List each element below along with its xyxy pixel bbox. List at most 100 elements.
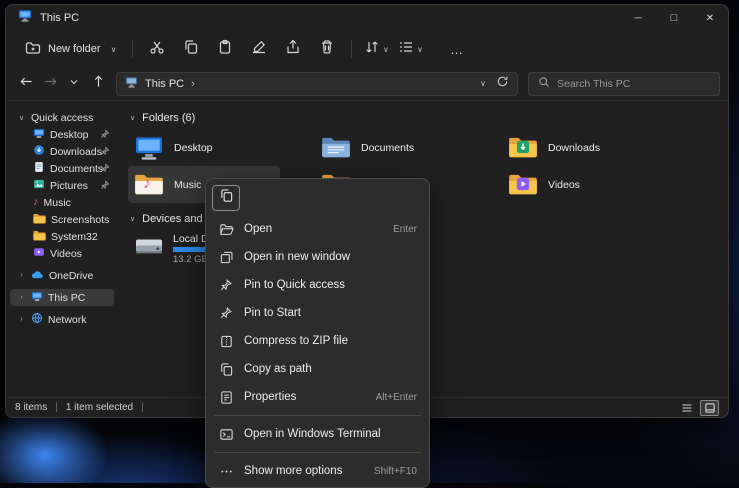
sidebar-item-label: Videos [50, 248, 82, 260]
copy-path-icon [218, 362, 234, 377]
up-icon [91, 74, 106, 94]
folder-tile-videos[interactable]: Videos [502, 166, 654, 203]
sidebar-item-videos[interactable]: Videos [10, 245, 114, 262]
minimize-icon: ─ [634, 13, 641, 24]
desktop-icon [134, 135, 164, 161]
status-divider: | [55, 402, 58, 413]
toolbar-separator [132, 40, 133, 58]
music-note-badge: ♪ [143, 175, 151, 193]
up-button[interactable] [86, 72, 110, 96]
zip-icon [218, 334, 234, 349]
sidebar-item-network[interactable]: › Network [10, 311, 114, 328]
share-button[interactable] [276, 35, 310, 63]
play-badge [516, 177, 530, 196]
sidebar-item-system32[interactable]: System32 [10, 228, 114, 245]
context-menu-label: Pin to Quick access [244, 279, 407, 291]
chevron-right-icon[interactable]: › [17, 316, 26, 323]
view-button[interactable]: ∨ [393, 35, 427, 63]
sidebar-item-label: Documents [50, 163, 103, 175]
chevron-down-icon[interactable]: ∨ [130, 215, 135, 223]
sidebar-item-label: Music [44, 197, 71, 209]
context-menu-item-copy-as-path[interactable]: Copy as path [210, 355, 425, 383]
recent-locations-button[interactable] [62, 72, 86, 96]
view-icon [398, 39, 414, 60]
context-menu-shortcut: Alt+Enter [376, 392, 417, 403]
context-menu-item-open-new-window[interactable]: Open in new window [210, 243, 425, 271]
folder-icon [33, 213, 46, 227]
sidebar-item-music[interactable]: ♪ Music [10, 194, 114, 211]
command-bar: New folder ∨ ∨ ∨ … [6, 31, 728, 67]
folders-group-header[interactable]: ∨ Folders (6) [130, 109, 728, 127]
this-pc-icon [31, 291, 43, 305]
sort-button[interactable]: ∨ [359, 35, 393, 63]
refresh-button[interactable] [496, 75, 509, 93]
context-menu-item-pin-quick-access[interactable]: Pin to Quick access [210, 271, 425, 299]
delete-button[interactable] [310, 35, 344, 63]
sidebar-section-quick-access[interactable]: ∨ Quick access [10, 109, 114, 126]
sidebar-item-downloads[interactable]: Downloads [10, 143, 114, 160]
maximize-button[interactable]: □ [656, 5, 692, 31]
close-button[interactable]: ✕ [692, 5, 728, 31]
minimize-button[interactable]: ─ [620, 5, 656, 31]
folder-tile-desktop[interactable]: Desktop [128, 129, 280, 166]
context-menu-item-properties[interactable]: Properties Alt+Enter [210, 383, 425, 411]
search-input[interactable] [557, 78, 710, 90]
rename-button[interactable] [242, 35, 276, 63]
address-dropdown-icon[interactable]: ∨ [480, 79, 486, 88]
new-folder-button[interactable]: New folder ∨ [16, 35, 125, 63]
videos-icon [33, 246, 45, 261]
context-menu-item-compress-zip[interactable]: Compress to ZIP file [210, 327, 425, 355]
folder-tile-label: Documents [361, 142, 414, 154]
folder-tile-label: Desktop [174, 142, 213, 154]
pin-icon [218, 278, 234, 292]
breadcrumb[interactable]: This PC [145, 78, 184, 90]
copy-button[interactable] [174, 35, 208, 63]
sidebar-item-this-pc[interactable]: › This PC [10, 289, 114, 306]
context-menu-item-open-terminal[interactable]: Open in Windows Terminal [210, 420, 425, 448]
toolbar-separator [351, 40, 352, 58]
search-box[interactable] [528, 72, 720, 96]
context-menu-item-pin-start[interactable]: Pin to Start [210, 299, 425, 327]
pin-icon [100, 146, 110, 159]
context-menu-item-show-more[interactable]: Show more options Shift+F10 [210, 457, 425, 485]
sidebar-item-screenshots[interactable]: Screenshots [10, 211, 114, 228]
onedrive-icon [31, 270, 44, 282]
status-divider: | [141, 402, 144, 413]
address-bar[interactable]: This PC › ∨ [116, 72, 518, 96]
sidebar-item-onedrive[interactable]: › OneDrive [10, 267, 114, 284]
folder-tile-documents[interactable]: Documents [315, 129, 467, 166]
folder-tile-downloads[interactable]: Downloads [502, 129, 654, 166]
context-menu-label: Properties [244, 391, 366, 403]
context-menu: Open Enter Open in new window Pin to Qui… [205, 178, 430, 488]
back-button[interactable] [14, 72, 38, 96]
chevron-right-icon[interactable]: › [191, 78, 195, 90]
music-icon: ♪ [33, 197, 39, 208]
context-menu-label: Compress to ZIP file [244, 335, 407, 347]
context-menu-item-open[interactable]: Open Enter [210, 215, 425, 243]
window-title: This PC [40, 12, 79, 24]
thumbnail-view-button[interactable] [700, 400, 719, 416]
back-icon [19, 74, 34, 94]
cut-button[interactable] [140, 35, 174, 63]
chevron-right-icon[interactable]: › [17, 294, 26, 301]
sidebar-item-pictures[interactable]: Pictures [10, 177, 114, 194]
folder-icon [33, 230, 46, 244]
desktop-wallpaper: { "window": { "title": "This PC" }, "ico… [0, 0, 739, 483]
details-view-button[interactable] [677, 400, 696, 416]
cut-icon [149, 39, 165, 60]
see-more-button[interactable]: … [439, 35, 473, 63]
paste-button[interactable] [208, 35, 242, 63]
documents-icon [33, 161, 45, 176]
this-pc-icon [18, 9, 32, 27]
sidebar-item-desktop[interactable]: Desktop [10, 126, 114, 143]
chevron-right-icon[interactable]: › [17, 272, 26, 279]
sidebar-item-documents[interactable]: Documents [10, 160, 114, 177]
copy-button[interactable] [212, 185, 240, 211]
chevron-down-icon[interactable]: ∨ [130, 114, 135, 122]
search-icon [538, 75, 550, 93]
pictures-icon [33, 178, 45, 193]
desktop-icon [33, 128, 45, 142]
forward-button[interactable] [38, 72, 62, 96]
chevron-down-icon[interactable]: ∨ [17, 114, 26, 122]
chevron-down-icon [68, 75, 80, 93]
